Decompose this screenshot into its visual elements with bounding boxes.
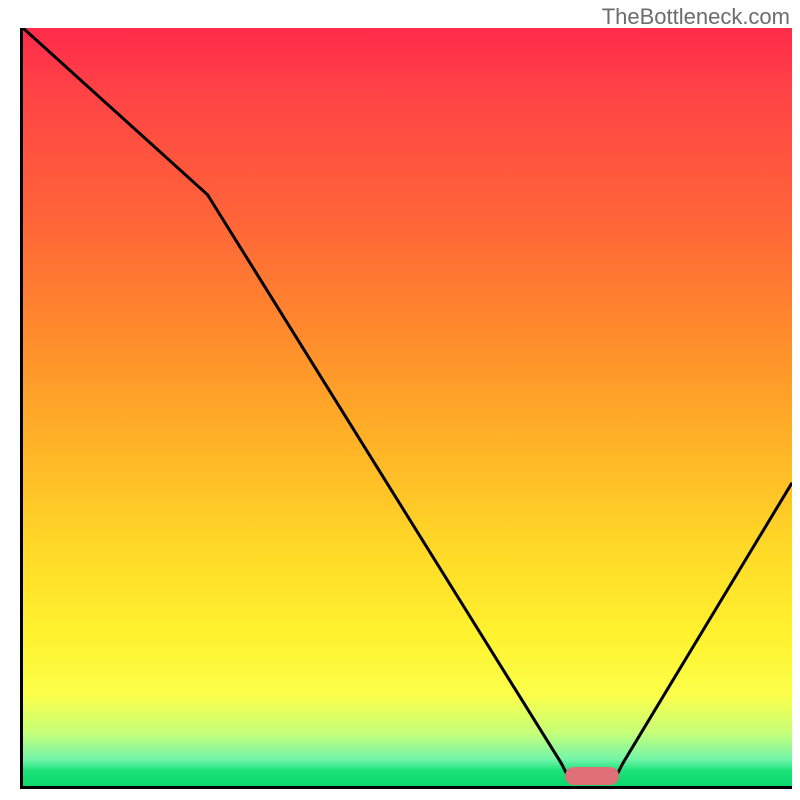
watermark-text: TheBottleneck.com (602, 4, 790, 30)
chart-curve-svg (23, 28, 792, 786)
bottleneck-curve-line (23, 28, 792, 778)
chart-plot-area (20, 28, 792, 789)
optimal-range-marker (565, 767, 619, 785)
